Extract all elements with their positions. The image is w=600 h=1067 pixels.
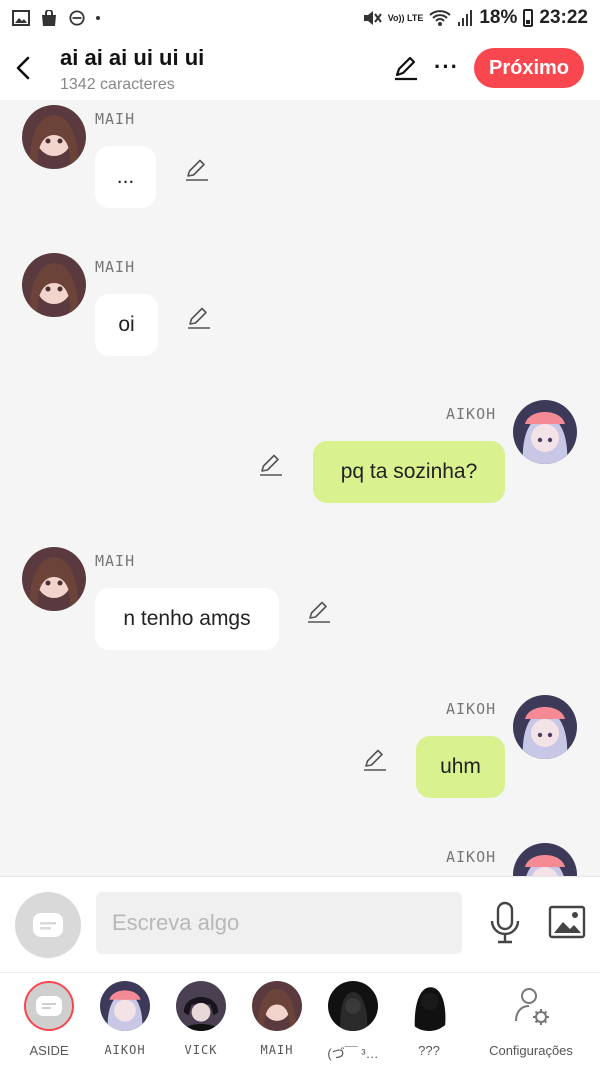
author-name: AIKOH <box>446 848 497 866</box>
edit-message-icon[interactable] <box>306 598 332 624</box>
image-icon[interactable] <box>548 905 586 939</box>
edit-message-icon[interactable] <box>362 746 388 772</box>
notification-dot <box>96 16 100 20</box>
aside-avatar <box>24 981 74 1031</box>
vick-avatar <box>176 981 226 1031</box>
maih-avatar <box>252 981 302 1031</box>
settings-icon <box>506 981 556 1031</box>
message-input[interactable] <box>96 892 462 954</box>
character-label: VICK <box>184 1043 218 1057</box>
next-button[interactable]: Próximo <box>474 48 584 88</box>
chat-area[interactable]: MAIH ... MAIH oi AIKOH pq ta sozinha? MA… <box>0 100 600 876</box>
story-title: ai ai ai ui ui ui <box>60 45 205 70</box>
character-emoticon[interactable]: (づ￣ ³… <box>315 981 391 1062</box>
character-label: ASIDE <box>29 1043 69 1058</box>
mute-icon <box>363 11 382 25</box>
message-bubble[interactable]: oi <box>95 294 158 356</box>
aikoh-avatar[interactable] <box>513 843 577 876</box>
character-label: Configurações <box>489 1043 573 1058</box>
top-bar: ai ai ai ui ui ui 1342 caracteres ··· Pr… <box>0 36 600 100</box>
character-count: 1342 caracteres <box>60 76 175 93</box>
microphone-icon[interactable] <box>488 901 522 945</box>
more-options-icon[interactable]: ··· <box>434 54 459 80</box>
network-type: Vo)) LTE <box>387 12 424 23</box>
message-bubble[interactable]: pq ta sozinha? <box>313 441 505 503</box>
clock: 23:22 <box>539 7 588 28</box>
do-not-disturb-icon <box>69 10 85 26</box>
character-maih[interactable]: MAIH <box>239 981 315 1057</box>
message-bubble[interactable]: n tenho amgs <box>95 588 279 650</box>
character-unknown[interactable]: ??? <box>391 981 467 1058</box>
character-bar: ASIDE AIKOH VICK MAIH (づ￣ ³… ??? Configu… <box>0 972 600 1067</box>
author-name: AIKOH <box>446 405 497 423</box>
character-label: (づ￣ ³… <box>327 1046 379 1061</box>
edit-message-icon[interactable] <box>258 451 284 477</box>
character-vick[interactable]: VICK <box>163 981 239 1057</box>
character-label: MAIH <box>260 1043 294 1057</box>
gallery-notification-icon <box>12 10 30 26</box>
maih-avatar[interactable] <box>22 547 86 611</box>
battery-percent: 18% <box>479 7 518 28</box>
settings-button[interactable]: Configurações <box>482 981 580 1058</box>
aside-toggle-button[interactable] <box>15 892 81 958</box>
edit-message-icon[interactable] <box>184 156 210 182</box>
wifi-icon <box>429 10 452 26</box>
edit-message-icon[interactable] <box>186 304 212 330</box>
author-name: MAIH <box>95 552 136 570</box>
author-name: MAIH <box>95 258 136 276</box>
maih-avatar[interactable] <box>22 105 86 169</box>
aikoh-avatar[interactable] <box>513 695 577 759</box>
aikoh-avatar[interactable] <box>513 400 577 464</box>
aside-bubble-icon <box>33 913 63 937</box>
character-aikoh[interactable]: AIKOH <box>87 981 163 1057</box>
character-aside[interactable]: ASIDE <box>11 981 87 1058</box>
character-label: AIKOH <box>104 1043 146 1057</box>
message-bubble[interactable]: ... <box>95 146 156 208</box>
unknown-avatar <box>404 981 454 1031</box>
shopping-bag-icon <box>42 10 56 26</box>
author-name: MAIH <box>95 110 136 128</box>
emoticon-avatar <box>328 981 378 1031</box>
character-label: ??? <box>418 1043 440 1058</box>
aikoh-avatar <box>100 981 150 1031</box>
author-name: AIKOH <box>446 700 497 718</box>
status-bar: Vo)) LTE 18% 23:22 <box>0 0 600 36</box>
aside-bubble-icon <box>36 996 62 1016</box>
maih-avatar[interactable] <box>22 253 86 317</box>
signal-icon <box>458 10 473 26</box>
battery-icon <box>523 9 534 27</box>
message-bubble[interactable]: uhm <box>416 736 505 798</box>
back-arrow-icon[interactable] <box>12 54 36 82</box>
composer-bar <box>0 876 600 972</box>
pen-icon[interactable] <box>392 54 420 82</box>
